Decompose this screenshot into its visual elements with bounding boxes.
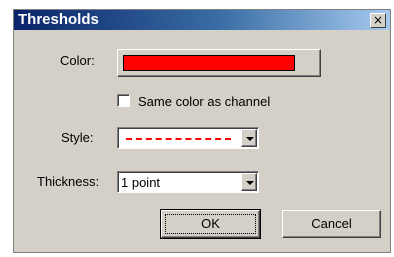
color-label: Color: xyxy=(60,53,95,68)
style-select[interactable] xyxy=(117,127,259,149)
ok-button[interactable]: OK xyxy=(160,209,261,239)
cancel-button-label: Cancel xyxy=(311,216,352,231)
thresholds-dialog: Thresholds × Color: Same color as channe… xyxy=(13,9,391,253)
thickness-select[interactable]: 1 point xyxy=(117,171,259,193)
same-color-checkbox[interactable] xyxy=(117,94,130,107)
title-bar[interactable]: Thresholds × xyxy=(14,10,390,30)
style-label: Style: xyxy=(61,130,94,145)
cancel-button[interactable]: Cancel xyxy=(282,210,381,238)
same-color-label[interactable]: Same color as channel xyxy=(138,94,270,109)
close-button[interactable]: × xyxy=(370,13,386,28)
focus-rectangle xyxy=(165,214,256,234)
window-title: Thresholds xyxy=(18,11,99,28)
thickness-label: Thickness: xyxy=(37,174,100,189)
thickness-value: 1 point xyxy=(121,175,161,190)
thickness-dropdown-arrow-icon[interactable] xyxy=(241,173,257,191)
color-swatch xyxy=(123,55,295,71)
dashed-line-sample xyxy=(126,138,231,140)
style-dropdown-arrow-icon[interactable] xyxy=(241,129,257,147)
color-picker-button[interactable] xyxy=(117,49,321,77)
